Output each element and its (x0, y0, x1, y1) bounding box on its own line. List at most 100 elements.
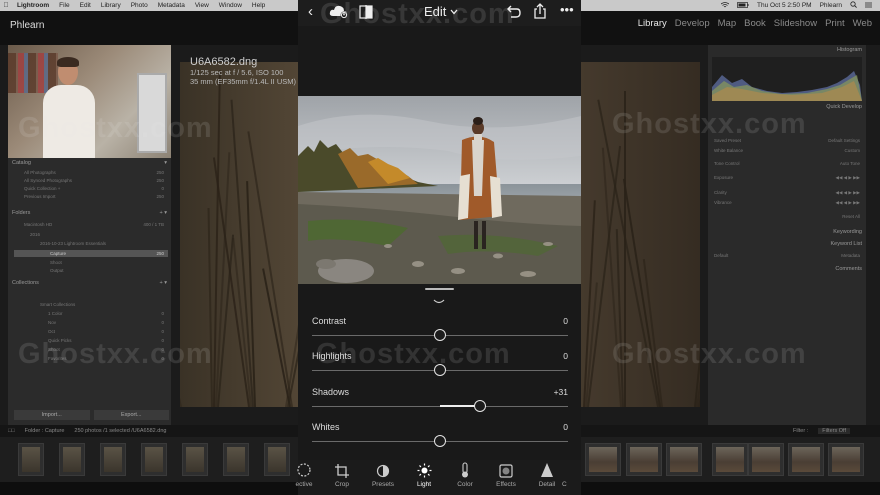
collection-item[interactable]: Favorites 0 (48, 356, 164, 361)
import-export-row: Import... Export... (14, 410, 169, 420)
slider-knob[interactable] (473, 400, 486, 412)
module-map[interactable]: Map (718, 18, 736, 29)
catalog-item[interactable]: Previous Import 250 (24, 194, 164, 199)
back-chevron-icon[interactable]: ‹ (308, 4, 313, 20)
collection-item[interactable]: Shoot 0 (48, 347, 164, 352)
collection-item[interactable]: Quick Picks 0 (48, 338, 164, 343)
filmstrip-thumbnail[interactable] (18, 443, 44, 476)
quick-develop-header[interactable]: Quick Develop (712, 104, 862, 110)
tool-effects[interactable]: Effects (486, 460, 526, 488)
filmstrip-thumbnail[interactable] (828, 443, 864, 476)
filmstrip-thumbnail[interactable] (182, 443, 208, 476)
collection-item[interactable]: Oct 0 (48, 329, 164, 334)
catalog-item[interactable]: All Photographs 250 (24, 170, 164, 175)
menu-help[interactable]: Help (247, 2, 270, 9)
slider-label: Shadows (312, 387, 350, 397)
slider-knob[interactable] (434, 364, 446, 376)
compare-icon[interactable] (359, 5, 373, 24)
module-slideshow[interactable]: Slideshow (774, 18, 817, 29)
catalog-item[interactable]: All Synced Photographs 250 (24, 178, 164, 183)
exposure-row[interactable]: Exposure ◀◀ ◀ ▶ ▶▶ (714, 175, 860, 181)
grass-blade (180, 289, 182, 407)
folder-item[interactable]: Shoot (50, 260, 164, 265)
undo-icon[interactable] (505, 4, 521, 24)
collection-item[interactable]: Nov 0 (48, 320, 164, 325)
menu-edit[interactable]: Edit (75, 2, 96, 9)
folders-header[interactable]: Folders + ▾ (12, 210, 167, 216)
filmstrip-thumbnail[interactable] (59, 443, 85, 476)
tool-optics-partial[interactable]: C (562, 460, 582, 488)
tone-control-row[interactable]: Tone Control Auto Tone (714, 161, 860, 166)
menu-metadata[interactable]: Metadata (153, 2, 190, 9)
menu-window[interactable]: Window (214, 2, 247, 9)
export-button[interactable]: Export... (93, 410, 169, 420)
filmstrip-thumbnail[interactable] (788, 443, 824, 476)
collections-header[interactable]: Collections + ▾ (12, 280, 167, 286)
filmstrip-source[interactable]: Folder : Capture (25, 428, 65, 434)
filter-select[interactable]: Filters Off (818, 428, 850, 434)
menu-file[interactable]: File (54, 2, 74, 9)
slider-knob[interactable] (434, 435, 446, 447)
metadata-row[interactable]: Default Metadata (714, 253, 860, 258)
module-develop[interactable]: Develop (675, 18, 710, 29)
filmstrip-thumbnail[interactable] (141, 443, 167, 476)
menu-library[interactable]: Library (96, 2, 126, 9)
tool-color[interactable]: Color (445, 460, 485, 488)
folder-item[interactable]: Output (50, 268, 164, 273)
filmstrip-thumbnail[interactable] (626, 443, 662, 476)
import-button[interactable]: Import... (14, 410, 90, 420)
filmstrip-thumbnail[interactable] (748, 443, 784, 476)
more-options-icon[interactable]: ••• (560, 2, 574, 17)
clarity-row[interactable]: Clarity ◀◀ ◀ ▶ ▶▶ (714, 190, 860, 196)
cloud-sync-icon[interactable] (329, 4, 349, 25)
module-book[interactable]: Book (744, 18, 766, 29)
share-icon[interactable] (533, 3, 547, 24)
menu-photo[interactable]: Photo (126, 2, 153, 9)
menu-app[interactable]: Lightroom (12, 2, 54, 9)
battery-icon[interactable] (737, 1, 749, 10)
folder-item[interactable]: 2016 (30, 232, 164, 237)
search-icon[interactable] (850, 1, 857, 10)
tool-presets[interactable]: Presets (363, 460, 403, 488)
tool-light[interactable]: Light (404, 460, 444, 488)
apple-icon[interactable]:  (0, 2, 12, 9)
filmstrip-thumbnail[interactable] (223, 443, 249, 476)
filmstrip-thumbnail[interactable] (712, 443, 748, 476)
module-print[interactable]: Print (825, 18, 845, 29)
collection-item[interactable]: 1 Color 0 (48, 311, 164, 316)
catalog-header[interactable]: Catalog ▾ (12, 160, 167, 166)
slider-knob[interactable] (434, 329, 446, 341)
folder-item[interactable]: 2016-10-23 Lightroom Essentials (40, 241, 164, 246)
histogram-header[interactable]: Histogram (712, 47, 862, 53)
edit-mode-dropdown[interactable]: Edit (424, 4, 458, 19)
catalog-item[interactable]: Quick Collection +0 (24, 186, 164, 191)
collapse-chevron-icon[interactable] (432, 298, 446, 306)
panel-drag-handle[interactable] (425, 288, 454, 290)
view-toggle-icon[interactable]: □□ (8, 428, 15, 434)
saved-preset-row[interactable]: Saved Preset Default Settings (714, 138, 860, 143)
module-library[interactable]: Library (638, 18, 667, 29)
list-icon[interactable] (865, 2, 872, 10)
filmstrip-thumbnail[interactable] (100, 443, 126, 476)
collection-item[interactable]: Smart Collections (40, 302, 164, 307)
folder-item[interactable]: Macintosh HD 400 / 1 TB (24, 222, 164, 227)
mobile-photo[interactable] (298, 96, 581, 284)
menubar-user[interactable]: Phlearn (820, 2, 842, 9)
keyword-list-header[interactable]: Keyword List (712, 241, 863, 247)
filmstrip-thumbnail[interactable] (585, 443, 621, 476)
tool-crop[interactable]: Crop (322, 460, 362, 488)
reset-all-button[interactable]: Reset All (714, 214, 860, 219)
filmstrip-thumbnail[interactable] (666, 443, 702, 476)
menubar-clock[interactable]: Thu Oct 5 2:50 PM (757, 2, 812, 9)
comments-header[interactable]: Comments (712, 266, 862, 272)
keywording-header[interactable]: Keywording (712, 229, 862, 235)
photo-info-overlay: U6A6582.dng 1/125 sec at f / 5.6, ISO 10… (190, 56, 296, 86)
wifi-icon[interactable] (720, 1, 730, 10)
tool-detail[interactable]: Detail (527, 460, 567, 488)
menu-view[interactable]: View (190, 2, 214, 9)
tool-selective[interactable]: ective (284, 460, 324, 488)
white-balance-row[interactable]: White Balance Custom (714, 148, 860, 153)
folder-item-selected[interactable]: Capture 250 (50, 251, 164, 256)
module-web[interactable]: Web (853, 18, 872, 29)
vibrance-row[interactable]: Vibrance ◀◀ ◀ ▶ ▶▶ (714, 200, 860, 206)
